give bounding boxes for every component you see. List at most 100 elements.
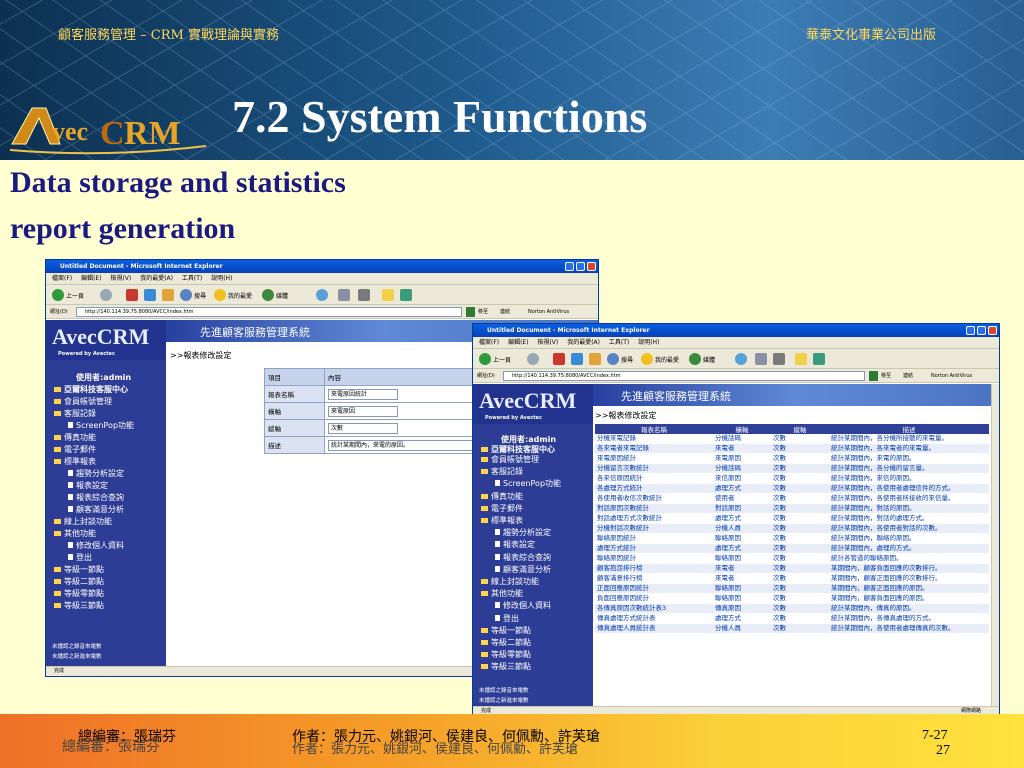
favorites-star-icon[interactable] [214,289,226,301]
search-icon[interactable] [607,353,619,365]
table-row[interactable]: 聯絡原因統計 聯絡原因 次數 統計某期間內，聯絡的原因。 [595,533,989,544]
go-arrow-icon[interactable] [869,371,878,381]
table-row[interactable]: 顧客滿意排行榜 來電者 次數 某期間內，顧客正面回應的次數排行。 [595,573,989,584]
sidebar-item[interactable]: 等級零節點 [54,588,104,599]
menu-tools[interactable]: 工具(T) [182,275,202,282]
back-button-label[interactable]: 上一頁 [66,291,84,300]
report-name-field[interactable]: 來電原因統計 [328,388,398,400]
menu-help[interactable]: 說明(H) [211,275,232,282]
sidebar-item[interactable]: 電子郵件 [481,503,523,514]
home-icon[interactable] [589,353,601,365]
sidebar-item[interactable]: 報表設定 [495,539,535,550]
table-row[interactable]: 來電原因統計 來電原因 次數 統計某期間內，來電的原因。 [595,453,989,464]
sidebar-item[interactable]: 趨勢分析設定 [68,468,124,479]
sidebar-item[interactable]: 等級三節點 [481,661,531,672]
minimize-button[interactable] [565,262,574,271]
back-arrow-icon[interactable] [52,289,64,301]
edit-icon[interactable] [382,289,394,301]
go-arrow-icon[interactable] [466,307,475,317]
sidebar-item[interactable]: 線上封談功能 [481,576,539,587]
sidebar-item[interactable]: 線上封談功能 [54,516,112,527]
table-row[interactable]: 各處理方式統計 處理方式 次數 統計某期間內，各使用者處理信件的方式。 [595,483,989,494]
table-row[interactable]: 處理方式統計 處理方式 次數 統計某期間內，處理的方式。 [595,543,989,554]
print-icon[interactable] [773,353,785,365]
stop-icon[interactable] [553,353,565,365]
sidebar-item[interactable]: 傳真功能 [481,491,523,502]
forward-arrow-icon[interactable] [527,353,539,365]
table-row[interactable]: 各使用者收信次數統計 使用者 次數 統計某期間內，各使用者所接收的來信量。 [595,493,989,504]
sidebar-item[interactable]: 會員帳號管理 [481,454,539,465]
x-axis-field[interactable]: 來電原因 [328,405,398,417]
sidebar-item[interactable]: 客服記錄 [481,466,523,477]
vertical-scrollbar[interactable] [991,384,999,708]
maximize-button[interactable] [977,326,986,335]
sidebar-item[interactable]: 報表綜合查詢 [495,552,551,563]
close-button[interactable] [587,262,596,271]
sidebar-item[interactable]: 登出 [495,613,519,624]
table-row[interactable]: 對話處理方式次數統計 處理方式 次數 統計某期間內，對話的處理方式。 [595,513,989,524]
table-row[interactable]: 分機來電記錄 分機話碼 次數 統計某期間內，各分機所接聽的來電量。 [595,434,989,444]
norton-antivirus-button[interactable]: Norton AntiVirus [931,369,972,383]
table-row[interactable]: 分機留言次數統計 分機話碼 次數 統計某期間內，各分機的留言量。 [595,463,989,474]
refresh-icon[interactable] [571,353,583,365]
norton-antivirus-button[interactable]: Norton AntiVirus [528,305,569,319]
history-icon[interactable] [316,289,328,301]
sidebar-item[interactable]: 修改個人資料 [68,540,124,551]
menu-favorites[interactable]: 我的最愛(A) [567,339,600,346]
sidebar-item[interactable]: 客服記錄 [54,408,96,419]
table-row[interactable]: 傳真處理人員統計表 分機人員 次數 統計某期間內，各使用者處理傳真的次數。 [595,623,989,634]
sidebar-item[interactable]: 報表綜合查詢 [68,492,124,503]
table-row[interactable]: 負面回應原因統計 聯絡原因 次數 某期間內，顧客負面回應的原因。 [595,593,989,604]
search-icon[interactable] [180,289,192,301]
table-row[interactable]: 各傳真原因次數統計表3 傳真原因 次數 統計某期間內，傳真的原因。 [595,603,989,614]
menu-file[interactable]: 檔案(F) [479,339,499,346]
menu-edit[interactable]: 編輯(E) [508,339,528,346]
media-icon[interactable] [689,353,701,365]
sidebar-item[interactable]: 登出 [68,552,92,563]
forward-arrow-icon[interactable] [100,289,112,301]
address-input[interactable]: http://140.114.39.75:8080/AVCC/index.htm [76,307,462,317]
sidebar-item[interactable]: 傳真功能 [54,432,96,443]
table-row[interactable]: 各來信原因統計 來信原因 次數 統計某期間內，來信的原因。 [595,473,989,484]
refresh-icon[interactable] [144,289,156,301]
sidebar-item[interactable]: 會員帳號管理 [54,396,112,407]
table-row[interactable]: 聯絡原因統計 聯絡原因 次數 統計各管道的聯絡原因。 [595,553,989,564]
menu-help[interactable]: 說明(H) [638,339,659,346]
media-button-label[interactable]: 媒體 [703,355,715,364]
media-button-label[interactable]: 媒體 [276,291,288,300]
close-button[interactable] [988,326,997,335]
go-button[interactable]: 移至 [478,305,488,319]
sidebar-item[interactable]: 等級一節點 [54,564,104,575]
messenger-icon[interactable] [813,353,825,365]
sidebar-item[interactable]: 等級二節點 [481,637,531,648]
table-row[interactable]: 正面回應原因統計 聯絡原因 次數 某期間內，顧客正面回應的原因。 [595,583,989,594]
media-icon[interactable] [262,289,274,301]
sidebar-item[interactable]: 等級一節點 [481,625,531,636]
favorites-button-label[interactable]: 我的最愛 [655,355,679,364]
menu-file[interactable]: 檔案(F) [52,275,72,282]
search-button-label[interactable]: 搜尋 [194,291,206,300]
menu-view[interactable]: 檢視(V) [537,339,558,346]
description-field[interactable]: 統計某期間內，來電的原因。 [328,439,478,451]
links-label[interactable]: 連結 [500,305,510,319]
sidebar-item[interactable]: 等級三節點 [54,600,104,611]
stop-icon[interactable] [126,289,138,301]
menu-favorites[interactable]: 我的最愛(A) [140,275,173,282]
menu-edit[interactable]: 編輯(E) [81,275,101,282]
sidebar-item[interactable]: 等級二節點 [54,576,104,587]
minimize-button[interactable] [966,326,975,335]
sidebar-item[interactable]: 報表設定 [68,480,108,491]
sidebar-item[interactable]: 顧客滿意分析 [68,504,124,515]
back-button-label[interactable]: 上一頁 [493,355,511,364]
menu-tools[interactable]: 工具(T) [609,339,629,346]
history-icon[interactable] [735,353,747,365]
sidebar-item[interactable]: 其他功能 [481,588,523,599]
table-row[interactable]: 顧客抱怨排行榜 來電者 次數 某期間內，顧客負面回應的次數排行。 [595,563,989,574]
edit-icon[interactable] [795,353,807,365]
y-axis-field[interactable]: 次數 [328,422,398,434]
maximize-button[interactable] [576,262,585,271]
search-button-label[interactable]: 搜尋 [621,355,633,364]
sidebar-item[interactable]: 標準報表 [54,456,96,467]
sidebar-item[interactable]: 其他功能 [54,528,96,539]
sidebar-item[interactable]: 電子郵件 [54,444,96,455]
